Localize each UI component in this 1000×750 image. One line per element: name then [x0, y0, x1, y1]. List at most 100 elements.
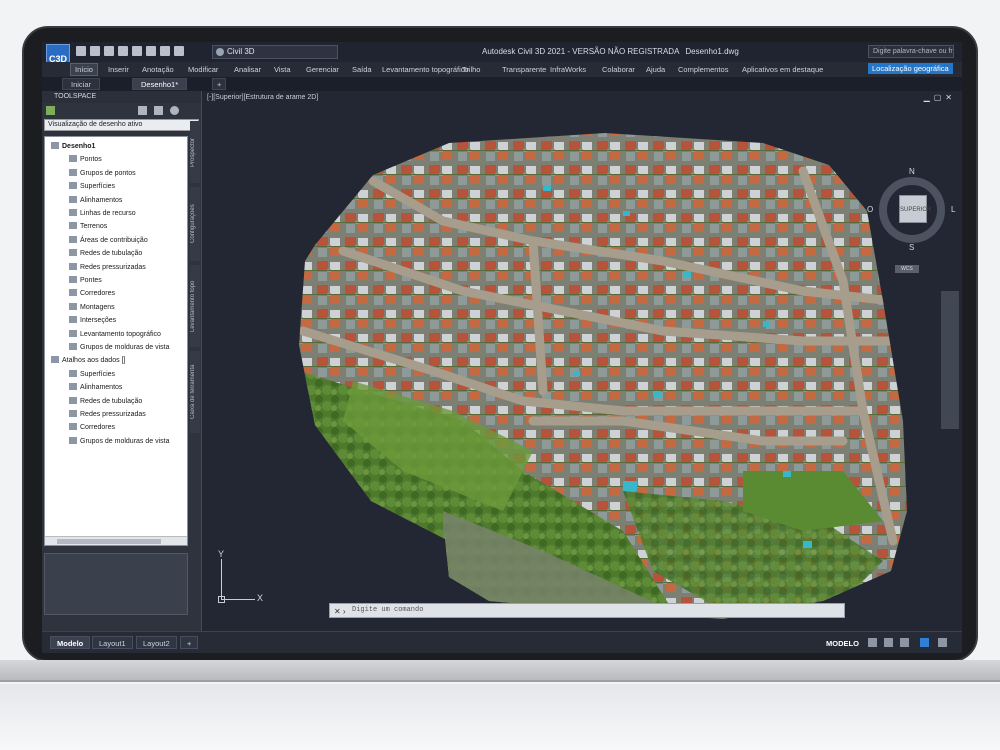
- tree-item-label: Redes de tubulação: [80, 397, 143, 405]
- tree-node-icon: [69, 262, 77, 270]
- tree-item[interactable]: Linhas de recurso: [69, 208, 136, 219]
- viewport-controls[interactable]: [-][Superior][Estrutura de arame 2D]: [207, 94, 318, 101]
- add-layout-button[interactable]: +: [180, 636, 199, 649]
- wcs-menu[interactable]: WCS: [895, 265, 919, 273]
- ribbon-tab-7[interactable]: Saída: [352, 65, 372, 74]
- laptop-reflection: [0, 684, 1000, 750]
- side-tab-levantamento[interactable]: Levantamento topo: [190, 265, 200, 347]
- tree-item-label: Redes pressurizadas: [80, 411, 146, 418]
- ribbon-tab-11[interactable]: InfraWorks: [550, 65, 586, 74]
- model-space-toggle[interactable]: MODELO: [826, 639, 859, 648]
- compass-east[interactable]: L: [951, 205, 955, 214]
- tab-desenho1[interactable]: Desenho1*: [132, 78, 188, 90]
- viewcube[interactable]: SUPERIOR N S O L: [867, 167, 955, 252]
- ribbon-tab-13[interactable]: Ajuda: [646, 65, 665, 74]
- tree-item-label: Superfícies: [80, 183, 116, 191]
- options-icon[interactable]: [154, 106, 163, 115]
- compass-west[interactable]: O: [867, 205, 873, 214]
- view-select[interactable]: Visualização de desenho ativo: [44, 119, 199, 131]
- tree-item[interactable]: Montagens: [69, 302, 115, 313]
- ribbon-tab-3[interactable]: Modificar: [188, 65, 218, 74]
- drawing-viewport[interactable]: [-][Superior][Estrutura de arame 2D] ▁▢✕…: [203, 91, 962, 631]
- save-icon[interactable]: [104, 46, 114, 56]
- ribbon-tab-15[interactable]: Aplicativos em destaque: [742, 65, 823, 74]
- command-line-input[interactable]: ✕ › Digite um comando: [329, 603, 845, 618]
- open-icon[interactable]: [90, 46, 100, 56]
- horizontal-scrollbar[interactable]: [45, 536, 187, 545]
- tree-item[interactable]: Grupos de pontos: [69, 168, 136, 179]
- tree-item[interactable]: Pontes: [69, 275, 102, 286]
- ribbon-tab-4[interactable]: Analisar: [234, 65, 261, 74]
- tree-item[interactable]: Redes pressurizadas: [69, 262, 146, 273]
- viewport-window-controls[interactable]: ▁▢✕: [924, 93, 956, 102]
- tab-layout2[interactable]: Layout2: [136, 636, 177, 649]
- snap-icon[interactable]: [884, 638, 893, 647]
- undo-icon[interactable]: [160, 46, 170, 56]
- ortho-icon[interactable]: [900, 638, 909, 647]
- toolspace-toolbar: [42, 103, 201, 119]
- grid-icon[interactable]: [868, 638, 877, 647]
- tree-item-label: Levantamento topográfico: [80, 330, 161, 338]
- redo-icon[interactable]: [174, 46, 184, 56]
- side-tab-caixa-ferramentas[interactable]: Caixa de ferramenta: [190, 351, 200, 433]
- cloud-icon[interactable]: [146, 46, 156, 56]
- tree-item[interactable]: Pontos: [69, 154, 102, 165]
- tree-item[interactable]: Terrenos: [69, 221, 107, 232]
- save-as-icon[interactable]: [118, 46, 128, 56]
- tree-item-label: Grupos de pontos: [80, 169, 136, 177]
- ribbon-tab-6[interactable]: Gerenciar: [306, 65, 339, 74]
- search-input[interactable]: Digite palavra-chave ou frase: [868, 45, 954, 58]
- navigation-bar[interactable]: [941, 291, 959, 429]
- viewcube-face[interactable]: SUPERIOR: [899, 195, 931, 223]
- tree-item[interactable]: Interseções: [69, 315, 116, 326]
- tree-item[interactable]: Superfícies: [69, 369, 115, 380]
- ribbon-tab-12[interactable]: Colaborar: [602, 65, 635, 74]
- ribbon-tab-1[interactable]: Inserir: [108, 65, 129, 74]
- help-icon[interactable]: [170, 106, 179, 115]
- tree-item-label: Pontos: [80, 156, 102, 164]
- tree-item[interactable]: Alinhamentos: [69, 382, 122, 393]
- tree-item-label: Interseções: [80, 317, 117, 325]
- tree-item[interactable]: Desenho1: [51, 141, 95, 152]
- civil3d-window: C3D Civil 3D Autodesk Civil 3D 2021 - VE…: [42, 42, 962, 653]
- tab-modelo[interactable]: Modelo: [50, 636, 91, 649]
- tab-layout1[interactable]: Layout1: [92, 636, 133, 649]
- ribbon-tab-9[interactable]: Trilho: [462, 65, 480, 74]
- new-icon[interactable]: [76, 46, 86, 56]
- tree-item[interactable]: Atalhos aos dados []: [51, 355, 125, 366]
- compass-south[interactable]: S: [909, 243, 914, 252]
- ribbon-tab-10[interactable]: Transparente: [502, 65, 546, 74]
- ribbon-tab-14[interactable]: Complementos: [678, 65, 728, 74]
- ribbon-tab-0[interactable]: Início: [70, 63, 98, 76]
- tree-item[interactable]: Alinhamentos: [69, 195, 122, 206]
- tree-item[interactable]: Grupos de molduras de vista: [69, 342, 170, 353]
- ribbon-tab-16[interactable]: Localização geográfica: [868, 63, 953, 74]
- ribbon-tab-2[interactable]: Anotação: [142, 65, 174, 74]
- tree-item-label: Redes pressurizadas: [80, 263, 146, 271]
- tree-item[interactable]: Áreas de contribuição: [69, 235, 148, 246]
- ribbon-tab-5[interactable]: Vista: [274, 65, 291, 74]
- tree-item[interactable]: Levantamento topográfico: [69, 329, 161, 340]
- command-close-icon[interactable]: ✕ ›: [334, 605, 346, 618]
- side-tab-prospector[interactable]: Prospector: [190, 121, 200, 183]
- tree-item[interactable]: Superfícies: [69, 181, 115, 192]
- tree-item[interactable]: Redes de tubulação: [69, 396, 142, 407]
- osnap-icon[interactable]: [938, 638, 947, 647]
- tree-node-icon: [51, 142, 59, 149]
- prospector-icon[interactable]: [46, 106, 55, 115]
- ribbon-tab-8[interactable]: Levantamento topográfico: [382, 65, 469, 74]
- tree-node-icon: [69, 209, 77, 216]
- compass-north[interactable]: N: [909, 167, 915, 176]
- tree-item[interactable]: Redes de tubulação: [69, 248, 142, 259]
- tree-item[interactable]: Corredores: [69, 422, 115, 433]
- tree-item[interactable]: Grupos de molduras de vista: [69, 436, 170, 447]
- print-icon[interactable]: [132, 46, 142, 56]
- new-tab-button[interactable]: +: [212, 78, 227, 90]
- side-tab-configuracoes[interactable]: Configurações: [190, 187, 200, 261]
- polar-icon[interactable]: [920, 638, 929, 647]
- refresh-icon[interactable]: [138, 106, 147, 115]
- tree-item[interactable]: Redes pressurizadas: [69, 409, 146, 420]
- tree-item[interactable]: Corredores: [69, 288, 115, 299]
- workspace-select[interactable]: Civil 3D: [212, 45, 338, 59]
- tab-iniciar[interactable]: Iniciar: [62, 78, 101, 90]
